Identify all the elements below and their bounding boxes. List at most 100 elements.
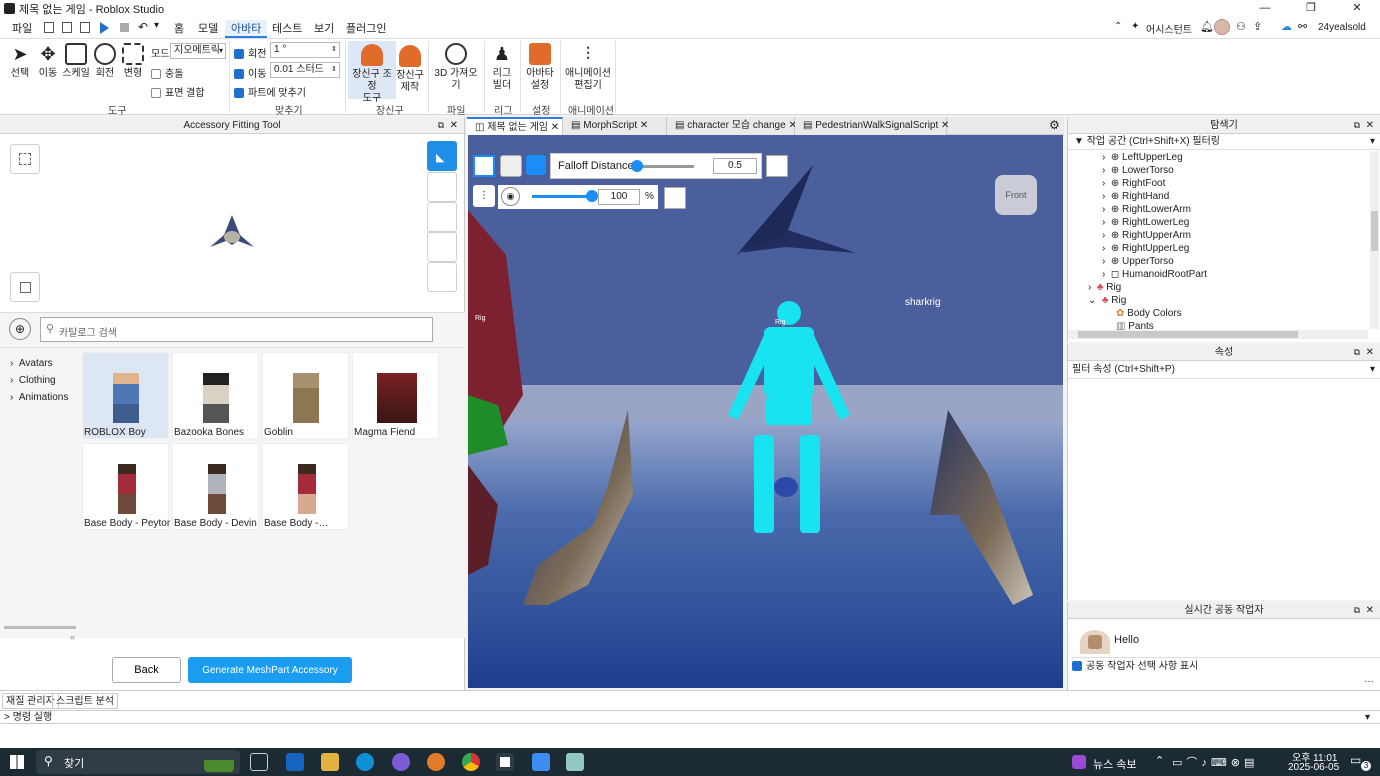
undock-icon[interactable]: ⧉ <box>1354 117 1360 134</box>
tab-game[interactable]: ◫ 제목 없는 게임 ✕ <box>467 117 563 135</box>
tab-plugins[interactable]: 플러그인 <box>340 20 392 38</box>
bell-icon[interactable]: 🔔︎ <box>1200 20 1214 33</box>
view-cube[interactable]: Front <box>995 175 1037 215</box>
avatar[interactable] <box>1214 19 1230 35</box>
open-icon[interactable] <box>62 22 72 33</box>
surface-join-toggle[interactable]: 표면 결합 <box>151 84 205 99</box>
opacity-input[interactable]: 100 <box>598 189 640 205</box>
move-snap-toggle[interactable]: 이동 <box>234 65 266 80</box>
tree-item[interactable]: › ♣ Rig <box>1088 282 1121 293</box>
new-icon[interactable] <box>44 22 54 33</box>
save-icon[interactable] <box>80 22 90 33</box>
chrome-icon[interactable] <box>462 753 480 771</box>
tab-model[interactable]: 모델 <box>192 20 224 38</box>
windows-start-icon[interactable] <box>10 755 24 769</box>
target-icon[interactable]: ⊕ <box>9 318 31 340</box>
outlook-icon[interactable] <box>286 753 304 771</box>
rotate-snap-toggle[interactable]: 회전 <box>234 45 266 60</box>
undock-icon[interactable]: ⧉ <box>438 117 444 134</box>
edit-mode-button[interactable] <box>526 155 546 175</box>
scale-tool[interactable]: 스케일 <box>62 43 90 80</box>
notification-icon[interactable]: ▭ <box>1350 753 1361 767</box>
frame-button[interactable] <box>10 144 40 174</box>
accessory-fit-tool[interactable]: 장신구 조정 도구 <box>348 41 396 104</box>
collapse-icon[interactable]: « <box>70 632 75 642</box>
cloud-icon[interactable]: ☁ <box>1281 20 1292 33</box>
rig-builder-button[interactable]: ♟ 리그 빌더 <box>488 43 516 92</box>
accessory-create-tool[interactable]: 장신구 제작 <box>396 43 424 94</box>
tree-item[interactable]: › ⊕ LowerTorso <box>1102 165 1174 176</box>
undo-icon[interactable]: ↶ <box>138 20 148 34</box>
tree-item[interactable]: › ⊕ RightLowerArm <box>1102 204 1191 215</box>
dropdown-icon[interactable]: ▾ <box>154 20 159 31</box>
assistant-button[interactable]: 어시스턴트 <box>1146 21 1192 36</box>
command-bar[interactable]: > 명령 실행 ▾ <box>0 710 1380 724</box>
close-icon[interactable]: ✕ <box>1366 117 1374 134</box>
close-icon[interactable]: ✕ <box>450 117 458 134</box>
fit-view-button[interactable] <box>664 187 686 209</box>
item-slot-4[interactable] <box>427 232 457 262</box>
more-icon[interactable]: … <box>1364 674 1374 685</box>
generate-meshpart-button[interactable]: Generate MeshPart Accessory <box>188 657 352 683</box>
catalog-item[interactable]: Bazooka Bones <box>172 352 259 439</box>
fit-parts-toggle[interactable]: 파트에 맞추기 <box>234 84 306 99</box>
properties-filter[interactable]: 필터 속성 (Ctrl+Shift+P) ▾ <box>1068 361 1380 379</box>
taskbar-search[interactable]: ⚲ 찾기 <box>36 750 240 774</box>
catalog-item[interactable]: Base Body - Peyton <box>82 443 170 530</box>
tab-test[interactable]: 테스트 <box>266 20 308 38</box>
explorer-filter[interactable]: ▼ 작업 공간 (Ctrl+Shift+X) 필터링 ▾ <box>1068 134 1380 150</box>
blender-icon[interactable] <box>427 753 445 771</box>
collaborator-avatar[interactable] <box>1080 630 1110 654</box>
network-icon[interactable]: ⚯ <box>1298 20 1307 33</box>
tree-item[interactable]: › ◻ HumanoidRootPart <box>1102 269 1207 280</box>
camera-mode-button[interactable] <box>500 155 522 177</box>
avatar-settings-button[interactable]: 아바타 설정 <box>524 43 556 92</box>
tab-material-manager[interactable]: 재질 관리자 <box>2 693 59 709</box>
tab-pedestrian-script[interactable]: ▤ PedestrianWalkSignalScript ✕ <box>795 117 949 135</box>
notepad-icon[interactable] <box>566 753 584 771</box>
roblox-studio-icon[interactable] <box>532 753 550 771</box>
tree-item[interactable]: ✿ Body Colors <box>1116 308 1182 319</box>
tab-script-analysis[interactable]: 스크립트 분석 <box>52 693 118 709</box>
preview-button[interactable] <box>10 272 40 302</box>
tree-item[interactable]: › ⊕ RightUpperLeg <box>1102 243 1189 254</box>
falloff-slider[interactable] <box>637 165 694 168</box>
undock-icon[interactable]: ⧉ <box>1354 602 1360 619</box>
discord-icon[interactable] <box>392 753 410 771</box>
catalog-item[interactable]: Base Body - Devin <box>172 443 259 530</box>
item-slot-3[interactable] <box>427 202 457 232</box>
list-scrollbar[interactable] <box>4 626 76 629</box>
tree-item[interactable]: › ⊕ UpperTorso <box>1102 256 1174 267</box>
category-clothing[interactable]: › Clothing <box>10 375 56 386</box>
share-icon[interactable]: ⇪ <box>1253 20 1262 33</box>
move-snap-input[interactable]: 0.01 스터드 ⇕ <box>270 62 340 78</box>
username[interactable]: 24yealsold <box>1318 22 1366 33</box>
catalog-item[interactable]: Goblin <box>262 352 349 439</box>
mode-select[interactable]: 지오메트릭 ▾ <box>170 43 226 59</box>
rotate-tool[interactable]: 회전 <box>92 43 118 80</box>
stop-icon[interactable] <box>120 23 129 32</box>
undock-icon[interactable]: ⧉ <box>1354 344 1360 361</box>
file-explorer-icon[interactable] <box>321 753 339 771</box>
close-icon[interactable]: ✕ <box>1366 344 1374 361</box>
explorer-scrollbar[interactable] <box>1370 151 1379 329</box>
explorer-hscrollbar[interactable] <box>1068 330 1368 339</box>
tray-icons[interactable]: ▭⌒♪⌨⊗▤ <box>1172 754 1258 770</box>
opacity-slider-thumb[interactable] <box>586 190 598 202</box>
up-icon[interactable]: ⌃ <box>1114 21 1122 32</box>
catalog-item[interactable]: ROBLOX Boy <box>82 352 169 439</box>
news-ticker[interactable]: 뉴스 속보 <box>1093 756 1137 772</box>
play-icon[interactable] <box>100 22 109 34</box>
select-mode-button[interactable] <box>473 155 495 177</box>
more-options-button[interactable]: ⋮ <box>473 185 495 207</box>
catalog-item[interactable]: Base Body -… <box>262 443 349 530</box>
falloff-input[interactable]: 0.5 <box>713 158 757 174</box>
import-3d-button[interactable]: 3D 가져오기 <box>432 43 480 92</box>
tree-item[interactable]: › ⊕ RightLowerLeg <box>1102 217 1189 228</box>
maximize-button[interactable]: ❐ <box>1288 0 1334 17</box>
tab-character-change[interactable]: ▤ character 모습 change ✕ <box>667 117 797 135</box>
select-tool[interactable]: ➤ 선택 <box>6 43 34 80</box>
tree-item[interactable]: ⌄ ♣ Rig <box>1088 295 1126 306</box>
reset-falloff-button[interactable] <box>766 155 788 177</box>
minimize-button[interactable]: — <box>1242 0 1288 17</box>
